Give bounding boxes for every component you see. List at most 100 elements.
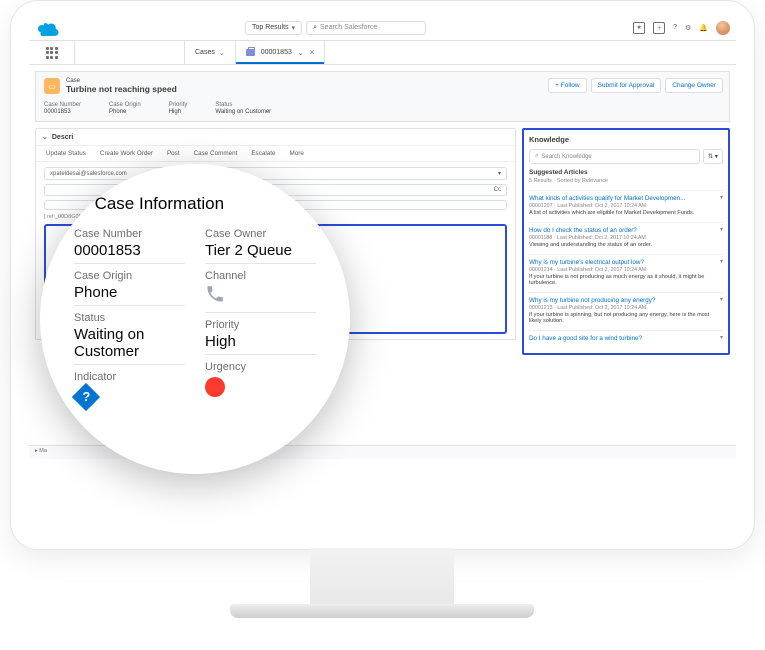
close-tab-icon[interactable]: × — [310, 48, 315, 57]
article-meta: 00001207 · Last Published: Oct 2, 2017 1… — [529, 203, 723, 209]
submit-approval-button[interactable]: Submit for Approval — [591, 78, 662, 93]
knowledge-sort-button[interactable]: ⇅ ▾ — [703, 149, 723, 164]
nav-tab-case-record[interactable]: 00001853 ⌄ × — [236, 41, 326, 64]
article-description: If your turbine is spinning, but not pro… — [529, 312, 723, 324]
article-menu-icon[interactable]: ▾ — [720, 296, 723, 303]
knowledge-search-input[interactable]: ⌕Search Knowledge — [529, 149, 700, 164]
field-value: Phone — [109, 109, 141, 115]
case-title: Turbine not reaching speed — [66, 84, 177, 94]
chevron-down-icon: ⌄ — [219, 49, 225, 57]
nav-bar: Cases ⌄ 00001853 ⌄ × — [29, 41, 736, 65]
activity-tabs: Update Status Create Work Order Post Cas… — [36, 145, 515, 162]
case-origin-value: Phone — [74, 284, 185, 306]
tab-more[interactable]: More — [290, 150, 304, 157]
article-title-link[interactable]: Do I have a good site for a wind turbine… — [529, 335, 642, 342]
case-highlights-panel: ▭ Case Turbine not reaching speed + Foll… — [35, 71, 730, 122]
search-scope-dropdown[interactable]: Top Results ▾ — [245, 21, 302, 35]
tab-case-comment[interactable]: Case Comment — [194, 150, 238, 157]
field-value: 00001853 — [44, 109, 81, 115]
case-number-value: 00001853 — [74, 242, 185, 264]
urgency-dot-icon — [205, 377, 225, 397]
tab-create-work-order[interactable]: Create Work Order — [100, 150, 153, 157]
nav-tab-cases-label: Cases — [195, 49, 215, 56]
chevron-down-icon: ⌄ — [298, 49, 304, 57]
knowledge-article[interactable]: What kinds of activities qualify for Mar… — [529, 190, 723, 222]
priority-value: High — [205, 333, 316, 355]
knowledge-article[interactable]: Do I have a good site for a wind turbine… — [529, 330, 723, 348]
article-meta: 00001214 · Last Published: Oct 2, 2017 1… — [529, 267, 723, 273]
knowledge-panel: Knowledge ⌕Search Knowledge ⇅ ▾ Suggeste… — [522, 128, 730, 355]
field-label: Indicator — [74, 371, 185, 383]
tab-update-status[interactable]: Update Status — [46, 150, 86, 157]
case-icon — [246, 49, 255, 56]
field-label: Priority — [169, 102, 188, 108]
field-label: Case Origin — [74, 270, 185, 282]
article-title-link[interactable]: What kinds of activities qualify for Mar… — [529, 195, 685, 202]
results-meta: 5 Results · Sorted by Relevance — [529, 178, 723, 184]
article-description: A list of activities which are eligible … — [529, 210, 723, 216]
knowledge-title: Knowledge — [529, 135, 723, 144]
zoom-lens: ⌄Case Information Case Number 00001853 Ca… — [40, 164, 350, 474]
email-to-field[interactable]: xpateldesai@salesforce.com▾ — [44, 167, 507, 180]
setup-gear-icon[interactable]: ⚙ — [685, 24, 691, 32]
field-value: High — [169, 109, 188, 115]
search-icon: ⌕ — [313, 24, 317, 32]
nav-tab-cases[interactable]: Cases ⌄ — [185, 41, 236, 64]
monitor-base — [230, 604, 534, 618]
nav-tab-record-label: 00001853 — [261, 49, 292, 56]
favorites-icon[interactable]: ★ — [633, 22, 645, 34]
chevron-down-icon: ⌄ — [74, 198, 87, 211]
knowledge-article[interactable]: Why is my turbine not producing any ener… — [529, 292, 723, 330]
field-label: Case Owner — [205, 228, 316, 240]
field-value: Waiting on Customer — [215, 109, 271, 115]
salesforce-logo-icon — [35, 20, 59, 36]
knowledge-article[interactable]: How do I check the status of an order?00… — [529, 222, 723, 254]
global-header: Top Results ▾ ⌕ Search Salesforce ★ ＋ ? … — [29, 15, 736, 41]
change-owner-button[interactable]: Change Owner — [665, 78, 723, 93]
case-owner-value: Tier 2 Queue — [205, 242, 316, 264]
article-meta: 00001213 · Last Published: Oct 2, 2017 1… — [529, 305, 723, 311]
case-status-value: Waiting on Customer — [74, 326, 185, 365]
notification-bell-icon[interactable]: 🔔 — [699, 24, 708, 32]
field-label: Case Number — [74, 228, 185, 240]
knowledge-article[interactable]: Why is my turbine's electrical output lo… — [529, 254, 723, 292]
article-title-link[interactable]: How do I check the status of an order? — [529, 227, 637, 234]
field-label: Case Number — [44, 102, 81, 108]
case-record-icon: ▭ — [44, 78, 60, 94]
app-launcher-icon[interactable] — [29, 41, 75, 64]
field-label: Channel — [205, 270, 316, 282]
monitor-stand — [310, 548, 454, 608]
follow-button[interactable]: + Follow — [548, 78, 586, 93]
article-meta: 00001188 · Last Published: Oct 2, 2017 1… — [529, 235, 723, 241]
article-menu-icon[interactable]: ▾ — [720, 226, 723, 233]
field-label: Status — [215, 102, 271, 108]
field-label: Urgency — [205, 361, 316, 373]
article-title-link[interactable]: Why is my turbine's electrical output lo… — [529, 259, 644, 266]
section-heading[interactable]: ⌄Case Information — [74, 194, 316, 214]
article-title-link[interactable]: Why is my turbine not producing any ener… — [529, 297, 655, 304]
global-search-input[interactable]: ⌕ Search Salesforce — [306, 21, 426, 35]
chevron-down-icon: ▾ — [292, 24, 296, 32]
suggested-articles-heading: Suggested Articles — [529, 169, 723, 176]
add-icon[interactable]: ＋ — [653, 22, 665, 34]
indicator-diamond-icon — [72, 383, 100, 411]
channel-value — [205, 284, 316, 313]
section-title: Descri — [52, 134, 73, 141]
search-scope-label: Top Results — [252, 24, 289, 31]
tab-escalate[interactable]: Escalate — [251, 150, 275, 157]
article-description: Viewing and understanding the status of … — [529, 242, 723, 248]
search-icon: ⌕ — [535, 153, 538, 160]
article-menu-icon[interactable]: ▾ — [720, 334, 723, 341]
article-menu-icon[interactable]: ▾ — [720, 194, 723, 201]
tab-post[interactable]: Post — [167, 150, 180, 157]
field-label: Priority — [205, 319, 316, 331]
field-label: Case Origin — [109, 102, 141, 108]
user-avatar[interactable] — [716, 21, 730, 35]
help-icon[interactable]: ? — [673, 24, 677, 31]
article-description: If your turbine is not producing as much… — [529, 274, 723, 286]
search-placeholder: Search Salesforce — [320, 24, 377, 31]
field-label: Status — [74, 312, 185, 324]
article-menu-icon[interactable]: ▾ — [720, 258, 723, 265]
chevron-down-icon[interactable]: ⌄ — [42, 133, 48, 141]
nav-app-name[interactable] — [75, 41, 185, 64]
